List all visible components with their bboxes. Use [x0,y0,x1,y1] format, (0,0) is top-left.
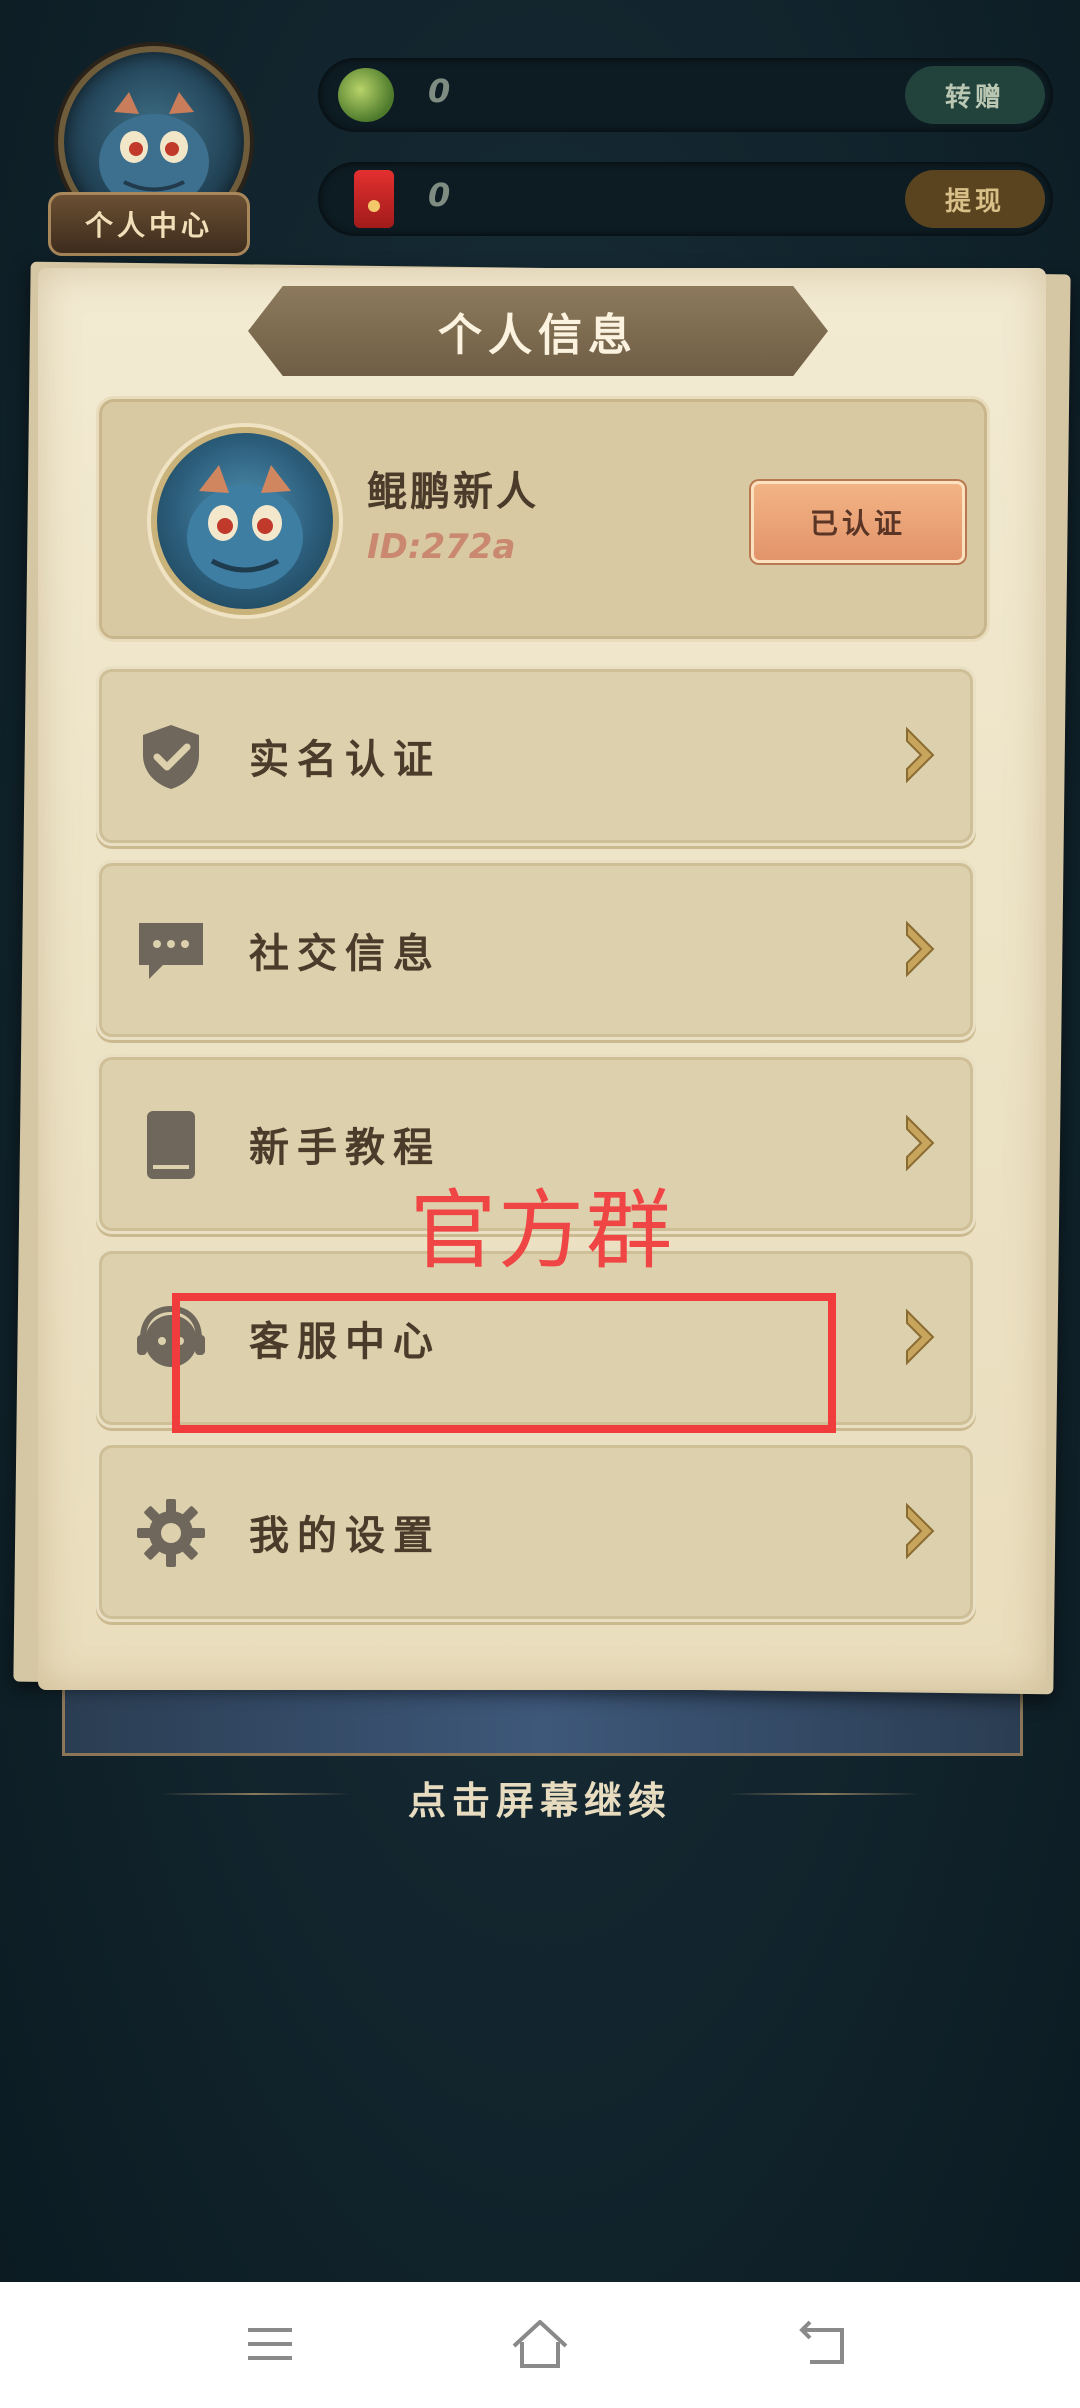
chevron-right-icon [906,920,935,978]
tap-to-continue[interactable]: 点击屏幕继续 [0,1770,1080,1825]
chevron-right-icon [906,1114,935,1172]
coin-icon [338,68,394,122]
profile-name: 鲲鹏新人 [367,469,539,515]
chevron-right-icon [906,1502,935,1560]
book-icon [147,1111,195,1179]
shield-check-icon [143,725,199,789]
profile-card: 鲲鹏新人 ID:272a 已认证 [96,396,990,642]
annotation-text: 官方群 [410,1181,674,1281]
redpacket-amount: 0 [428,176,451,214]
annotation-highlight-box [172,1293,836,1433]
currency-bar-gold: 0 转赠 [318,58,1053,132]
menu-icon[interactable] [238,2312,302,2376]
menu-item-real-name-verification[interactable]: 实名认证 [96,666,976,846]
red-packet-icon [354,170,394,228]
menu-item-social-info[interactable]: 社交信息 [96,860,976,1040]
menu-item-label: 社交信息 [249,931,441,977]
personal-center-label[interactable]: 个人中心 [48,192,250,256]
back-icon[interactable] [790,2312,854,2376]
chevron-right-icon [906,726,935,784]
chevron-right-icon [906,1308,935,1366]
verified-badge[interactable]: 已认证 [751,481,965,563]
menu-item-label: 实名认证 [249,737,441,783]
system-navigation-bar [0,2282,1080,2408]
chat-bubble-icon [139,923,203,979]
gold-amount: 0 [428,72,451,110]
withdraw-button[interactable]: 提现 [905,170,1045,228]
gear-icon [137,1499,205,1567]
currency-bar-redpacket: 0 提现 [318,162,1053,236]
menu-item-my-settings[interactable]: 我的设置 [96,1442,976,1622]
menu-item-label: 我的设置 [249,1513,441,1559]
creature-avatar-icon [187,465,303,589]
profile-avatar[interactable] [151,427,339,615]
home-icon[interactable] [508,2312,572,2376]
profile-id: ID:272a [367,527,516,567]
panel-title: 个人信息 [248,286,828,376]
transfer-button[interactable]: 转赠 [905,66,1045,124]
